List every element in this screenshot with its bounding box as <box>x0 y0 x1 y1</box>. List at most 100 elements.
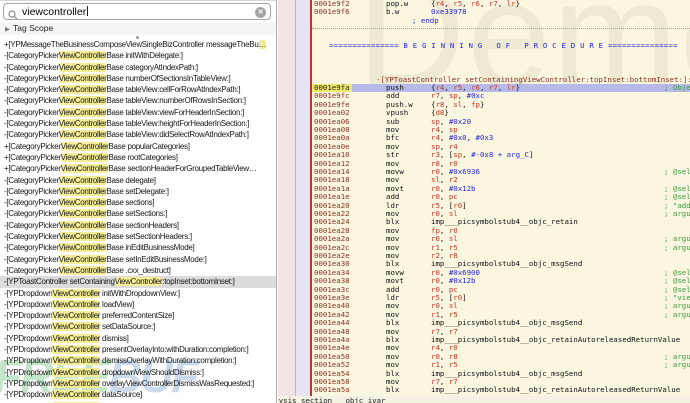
symbol-list-item[interactable]: -[CategoryPickerViewControllerBase setDe… <box>0 186 276 197</box>
symbol-text: -[YPToastController setContaining <box>4 277 115 287</box>
symbol-list-item[interactable]: -[CategoryPickerViewControllerBase setSe… <box>0 208 276 219</box>
asm-blank-line <box>312 50 690 58</box>
symbol-text: Base setDelegate:] <box>106 186 169 196</box>
asm-addr: 0001e9f6 <box>314 7 350 17</box>
symbol-list-item[interactable]: -[CategoryPickerViewControllerBase secti… <box>0 220 276 231</box>
symbol-list-item[interactable]: +[CategoryPickerViewControllerBase secti… <box>0 163 276 174</box>
search-match-highlight: ViewController <box>58 51 107 61</box>
asm-instruction[interactable]: 0001ea12 mov r8, r0 <box>312 159 690 168</box>
asm-instruction[interactable]: 0001e9f2 pop.w {r4, r5, r6, r7, lr} <box>312 0 690 8</box>
symbol-list-item[interactable]: -[YPDropdownViewController dismiss] <box>0 333 276 344</box>
search-match-highlight: ViewController <box>58 220 107 230</box>
clear-search-button[interactable]: ✕ <box>255 7 266 18</box>
symbol-list-item[interactable]: -[CategoryPickerViewControllerBase deleg… <box>0 175 276 186</box>
asm-instruction[interactable]: 0001ea54 blx imp___picsymbolstub4__objc_ms… <box>312 369 690 378</box>
asm-free: -[YPToastController setContainingViewCon… <box>376 74 690 84</box>
asm-instruction[interactable]: 0001ea06 sub sp, #0x20 <box>312 117 690 126</box>
symbol-list-item[interactable]: -[CategoryPickerViewControllerBase inEdi… <box>0 242 276 253</box>
symbol-list-item[interactable]: -[CategoryPickerViewControllerBase secti… <box>0 197 276 208</box>
symbol-list-item[interactable]: -[CategoryPickerViewControllerBase table… <box>0 129 276 140</box>
asm-instruction[interactable]: 0001ea2a mov r0, sl; argu <box>312 234 690 243</box>
symbol-list-item[interactable]: -[YPDropdownViewController dataSource] <box>0 389 276 400</box>
search-match-highlight: ViewController <box>58 209 107 219</box>
operand-punctuation: ] <box>462 200 467 210</box>
operand-punctuation: , <box>462 150 472 160</box>
search-match-highlight: ViewController <box>52 356 101 366</box>
search-match-highlight: ViewController <box>52 378 101 388</box>
symbol-list-item[interactable]: -[CategoryPickerViewControllerBase categ… <box>0 62 276 73</box>
asm-instruction[interactable]: 0001ea30 blx imp___picsymbolstub4__objc_ms… <box>312 259 690 268</box>
search-match-highlight: ViewController <box>52 345 101 355</box>
symbol-list-item[interactable]: -[CategoryPickerViewControllerBase table… <box>0 95 276 106</box>
asm-instruction[interactable]: 0001ea24 blx imp___picsymbolstub4__objc_re… <box>312 217 690 226</box>
asm-cmt: ; argu <box>664 242 690 252</box>
search-match-highlight: ViewController <box>58 232 107 242</box>
symbol-list-item[interactable]: -[CategoryPickerViewControllerBase table… <box>0 118 276 129</box>
asm-instruction[interactable]: 0001ea10 str r3, [sp, #-0x8 + arg_C] <box>312 150 690 160</box>
asm-instruction[interactable]: 0001ea18 mov sl, r2 <box>312 175 690 184</box>
symbol-list: +[YPMessageTheBusinessComposeViewSingleB… <box>0 39 276 403</box>
register-operand: sl <box>453 99 463 109</box>
symbol-list-item[interactable]: -[YPDropdownViewController loadView] <box>0 299 276 310</box>
asm-instruction[interactable]: 0001ea02 vpush {d8} <box>312 108 690 117</box>
symbol-text: setDataSource:] <box>100 322 155 332</box>
asm-instruction[interactable]: 0001ea40 mov r0, sl; argu <box>312 301 690 310</box>
asm-instruction[interactable]: 0001ea3e ldr r5, [r0]; "vie <box>312 293 690 302</box>
asm-instruction[interactable]: 0001ea14 movw r0, #0x6936; @sel <box>312 167 690 176</box>
asm-instruction[interactable]: 0001ea20 ldr r5, [r0]; "add <box>312 200 690 210</box>
asm-instruction[interactable]: 0001ea28 mov fp, r0 <box>312 226 690 235</box>
symbol-list-item-selected[interactable]: -[YPToastController setContainingViewCon… <box>0 276 276 288</box>
symbol-list-item[interactable]: +[CategoryPickerViewControllerBase popul… <box>0 141 276 152</box>
asm-instruction[interactable]: 0001ea2c mov r1, r5; argu <box>312 242 690 252</box>
tag-scope-section[interactable]: ▶ Tag Scope <box>0 22 276 35</box>
search-match-highlight: ViewController <box>52 322 101 332</box>
search-input-value[interactable]: viewcontroller <box>22 5 89 18</box>
symbol-text: Base initWithDelegate:] <box>106 51 183 61</box>
symbol-list-item[interactable]: -[YPDropdownViewController initWithDropd… <box>0 288 276 299</box>
asm-instruction[interactable]: 0001ea08 mov r4, sp <box>312 125 690 134</box>
asm-instruction[interactable]: 0001ea4a blx imp___picsymbolstub4__objc_re… <box>312 335 690 344</box>
asm-instruction[interactable]: 0001ea4e mov r4, r0 <box>312 343 690 352</box>
asm-instruction[interactable]: 0001ea44 blx imp___picsymbolstub4__objc_ms… <box>312 318 690 327</box>
symbol-text: -[CategoryPicker <box>4 175 59 185</box>
symbol-list-item[interactable]: -[CategoryPickerViewControllerBase .cxx_… <box>0 265 276 276</box>
symbol-list-item[interactable]: -[YPDropdownViewController preferredCont… <box>0 310 276 321</box>
symbol-text: -[YPDropdown <box>4 299 53 309</box>
symbol-list-item[interactable]: -[CategoryPickerViewControllerBase numbe… <box>0 73 276 84</box>
symbol-list-item[interactable]: -[CategoryPickerViewControllerBase initW… <box>0 50 276 61</box>
symbol-list-item[interactable]: +[YPMessageTheBusinessComposeViewSingleB… <box>0 39 276 50</box>
asm-instruction[interactable]: 0001ea3c add r0, pc; @sel <box>312 285 690 294</box>
symbol-list-item[interactable]: -[CategoryPickerViewControllerBase setIn… <box>0 254 276 265</box>
asm-instruction[interactable]: 0001e9f6 b.w 0xe33978 <box>312 7 690 17</box>
symbol-list-item[interactable]: -[YPDropdownViewController overlayViewCo… <box>0 378 276 389</box>
register-operand: r7 <box>488 0 498 8</box>
symbol-list-item[interactable]: -[YPDropdownViewController presentOverla… <box>0 344 276 355</box>
symbol-list-item[interactable]: -[YPDropdownViewController dropdownViewS… <box>0 367 276 378</box>
symbol-text: -[YPDropdown <box>4 378 53 388</box>
asm-instruction[interactable]: 0001e9fc add r7, sp, #0xc <box>312 91 690 100</box>
asm-instruction[interactable]: 0001e9fe push.w {r8, sl, fp} <box>312 99 690 109</box>
asm-instruction[interactable]: 0001ea1e add r0, pc; @sel <box>312 192 690 201</box>
symbol-text: Base setSectionHeaders:] <box>106 232 192 242</box>
symbol-list-item[interactable]: -[CategoryPickerViewControllerBase setSe… <box>0 231 276 242</box>
symbol-list-item[interactable]: -[YPDropdownViewController dismissOverla… <box>0 355 276 366</box>
symbol-text: -[CategoryPicker <box>4 96 59 106</box>
symbol-sidebar: viewcontroller ✕ ▶Tag Scope FREEBUF +[YP… <box>0 0 277 403</box>
asm-instruction[interactable]: 0001ea50 mov r0, r8; argu <box>312 352 690 361</box>
symbol-list-item[interactable]: -[CategoryPickerViewControllerBase table… <box>0 84 276 95</box>
symbol-text: -[YPDropdown <box>4 390 53 400</box>
symbol-list-item[interactable]: -[YPDropdownViewController setDataSource… <box>0 321 276 332</box>
asm-instruction[interactable]: 0001ea0a bfc r4, #0x0, #0x3 <box>312 133 690 142</box>
search-match-highlight: ViewController <box>114 277 163 287</box>
symbol-list-item[interactable]: +[CategoryPickerViewControllerBase rootC… <box>0 152 276 163</box>
asm-instruction[interactable]: 0001ea5a blx imp___picsymbolstub4__objc_re… <box>312 385 690 394</box>
asm-instruction[interactable]: 0001ea34 movw r0, #0x6900; @sel <box>312 268 690 277</box>
asm-instruction[interactable]: 0001ea1a movt r0, #0x12b; @sel <box>312 184 690 193</box>
asm-instruction-selected[interactable]: 0001e9fa push {r4, r5, r6, r7, lr}; Obje <box>312 83 690 93</box>
symbol-text: dismiss] <box>100 333 129 343</box>
search-field[interactable]: viewcontroller ✕ <box>3 3 271 20</box>
symbol-text: -[CategoryPicker <box>4 62 59 72</box>
disclosure-triangle-icon[interactable]: ▶ <box>5 26 10 33</box>
asm-instruction[interactable]: 0001ea38 movt r0, #0x12b; @sel <box>312 276 690 285</box>
symbol-list-item[interactable]: -[CategoryPickerViewControllerBase table… <box>0 107 276 118</box>
